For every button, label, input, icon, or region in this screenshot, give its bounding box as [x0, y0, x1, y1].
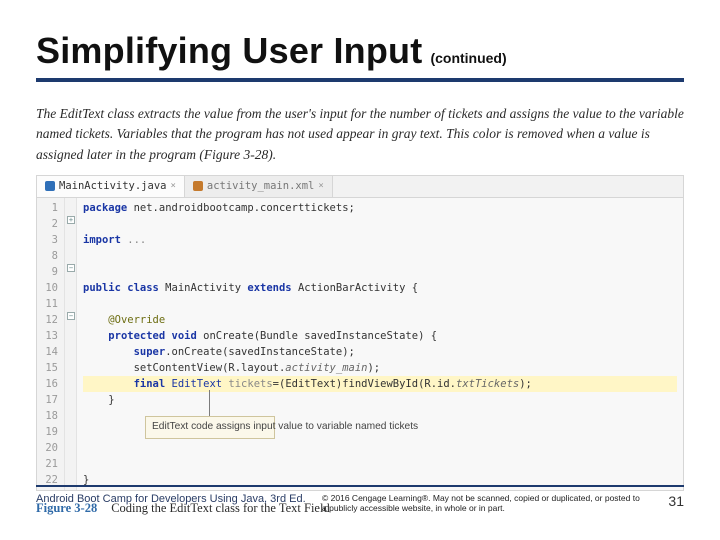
ide-screenshot: MainActivity.java × activity_main.xml × …: [36, 175, 684, 491]
highlighted-line: final EditText tickets=(EditText)findVie…: [83, 376, 677, 392]
fold-icon[interactable]: −: [67, 312, 75, 320]
callout-connector: [209, 390, 210, 418]
xml-file-icon: [193, 181, 203, 191]
code-body: package net.androidbootcamp.concertticke…: [77, 198, 683, 490]
page-number: 31: [668, 493, 684, 509]
tab-label: activity_main.xml: [207, 180, 314, 192]
title-row: Simplifying User Input (continued): [36, 30, 684, 72]
close-icon[interactable]: ×: [170, 181, 175, 191]
code-area: 1 2 3 8 9 10 11 12 13 14 15 16 17 18 19 …: [37, 198, 683, 490]
java-file-icon: [45, 181, 55, 191]
editor-tabs: MainActivity.java × activity_main.xml ×: [37, 176, 683, 198]
footer-rule: [36, 485, 684, 487]
tab-main-activity[interactable]: MainActivity.java ×: [37, 176, 185, 197]
continued-label: (continued): [430, 50, 506, 66]
tab-activity-main-xml[interactable]: activity_main.xml ×: [185, 176, 333, 197]
footer-book-title: Android Boot Camp for Developers Using J…: [36, 493, 306, 505]
footer-copyright: © 2016 Cengage Learning®. May not be sca…: [322, 493, 642, 514]
slide: Simplifying User Input (continued) The E…: [0, 0, 720, 540]
footer: Android Boot Camp for Developers Using J…: [36, 485, 684, 514]
fold-icon[interactable]: +: [67, 216, 75, 224]
title-underline: [36, 78, 684, 82]
close-icon[interactable]: ×: [318, 181, 323, 191]
tab-label: MainActivity.java: [59, 180, 166, 192]
fold-icon[interactable]: −: [67, 264, 75, 272]
callout-box: EditText code assigns input value to var…: [145, 416, 275, 439]
line-number-gutter: 1 2 3 8 9 10 11 12 13 14 15 16 17 18 19 …: [37, 198, 65, 490]
fold-marker-gutter: + − −: [65, 198, 77, 490]
body-paragraph: The EditText class extracts the value fr…: [36, 104, 684, 165]
page-title: Simplifying User Input: [36, 30, 422, 72]
